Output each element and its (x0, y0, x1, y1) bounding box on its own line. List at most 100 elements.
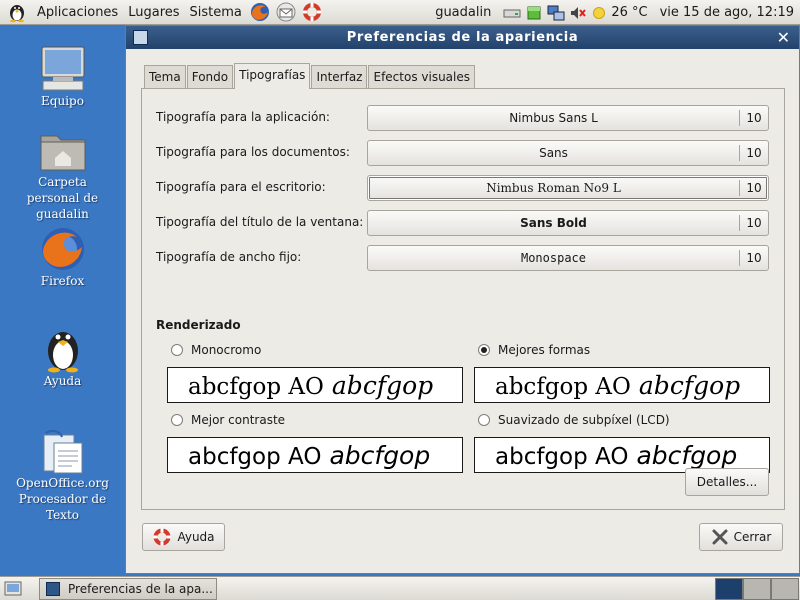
menu-lugares[interactable]: Lugares (123, 0, 184, 25)
clock[interactable]: vie 15 de ago, 12:19 (660, 5, 794, 20)
font-button-documents[interactable]: Sans 10 (367, 140, 769, 166)
desktop-icon-openoffice[interactable]: OpenOffice.org Procesador de Texto (0, 429, 125, 523)
workspace-1[interactable] (715, 578, 743, 600)
font-size: 10 (746, 216, 762, 230)
window-menu-icon[interactable] (133, 30, 148, 45)
workspace-switcher (715, 578, 799, 600)
temperature[interactable]: 26 °C (611, 5, 647, 20)
window-close-icon[interactable]: ✕ (777, 28, 790, 47)
network-icon[interactable] (547, 4, 565, 22)
desktop-label-openoffice: OpenOffice.org Procesador de Texto (16, 476, 109, 522)
help-button[interactable]: Ayuda (142, 523, 225, 551)
drive-icon[interactable] (503, 4, 521, 22)
sample-text: abcfgop AO abcfgop (188, 441, 431, 470)
font-label-application: Tipografía para la aplicación: (156, 110, 330, 124)
font-size: 10 (746, 146, 762, 160)
penguin-help-icon (47, 332, 78, 373)
desktop-icon-firefox[interactable]: Firefox (0, 225, 125, 289)
font-button-window-title[interactable]: Sans Bold 10 (367, 210, 769, 236)
radio-button[interactable] (478, 344, 490, 356)
font-name: Nimbus Roman No9 L (486, 181, 621, 195)
rendering-section-title: Renderizado (156, 318, 241, 332)
desktop-icon-home[interactable]: Carpeta personal de guadalin (0, 130, 125, 222)
font-label-documents: Tipografía para los documentos: (156, 145, 350, 159)
font-button-desktop[interactable]: Nimbus Roman No9 L 10 (367, 175, 769, 201)
user-name[interactable]: guadalin (435, 5, 491, 20)
font-label-desktop: Tipografía para el escritorio: (156, 180, 326, 194)
font-row-monospace: Tipografía de ancho fijo: Monospace 10 (156, 245, 770, 271)
desktop-icon-help[interactable]: Ayuda (0, 323, 125, 389)
taskbar-window-button[interactable]: Preferencias de la apa... (39, 578, 217, 600)
font-button-monospace[interactable]: Monospace 10 (367, 245, 769, 271)
computer-icon (41, 46, 84, 91)
firefox-icon (41, 228, 84, 270)
font-size: 10 (746, 181, 762, 195)
workspace-3[interactable] (771, 578, 799, 600)
font-label-monospace: Tipografía de ancho fijo: (156, 250, 302, 264)
close-button-label: Cerrar (733, 530, 772, 544)
fonts-tab-panel: Tipografía para la aplicación: Nimbus Sa… (141, 88, 785, 510)
radio-best-shapes[interactable]: Mejores formas (478, 341, 590, 359)
sample-best-shapes[interactable]: abcfgop AO abcfgop (474, 367, 770, 403)
bottom-panel: Preferencias de la apa... (0, 576, 800, 600)
tab-fondo[interactable]: Fondo (186, 65, 234, 88)
desktop-label-firefox: Firefox (40, 274, 85, 288)
tab-tema[interactable]: Tema (144, 65, 186, 88)
radio-best-contrast[interactable]: Mejor contraste (171, 411, 285, 429)
sample-monochrome[interactable]: abcfgop AO abcfgop (167, 367, 463, 403)
radio-monochrome[interactable]: Monocromo (171, 341, 261, 359)
desktop-icon-computer[interactable]: Equipo (0, 45, 125, 109)
radio-button[interactable] (171, 344, 183, 356)
workspace-2[interactable] (743, 578, 771, 600)
appearance-preferences-window: Preferencias de la apariencia ✕ Tema Fon… (125, 25, 800, 574)
taskbar-window-label: Preferencias de la apa... (68, 582, 213, 596)
sample-text: abcfgop AO abcfgop (495, 371, 741, 400)
font-row-application: Tipografía para la aplicación: Nimbus Sa… (156, 105, 770, 131)
radio-label: Monocromo (191, 343, 262, 357)
details-button[interactable]: Detalles... (685, 468, 769, 496)
sample-best-contrast[interactable]: abcfgop AO abcfgop (167, 437, 463, 473)
menu-aplicaciones[interactable]: Aplicaciones (32, 0, 123, 25)
tab-interfaz[interactable]: Interfaz (311, 65, 368, 88)
details-button-label: Detalles... (696, 475, 758, 489)
sample-text: abcfgop AO abcfgop (188, 371, 434, 400)
close-x-icon (712, 529, 728, 545)
battery-icon[interactable] (525, 4, 543, 22)
desktop: Equipo Carpeta personal de guadalin Fire… (0, 25, 125, 576)
radio-label: Suavizado de subpíxel (LCD) (498, 413, 670, 427)
radio-label: Mejores formas (498, 343, 591, 357)
radio-button[interactable] (478, 414, 490, 426)
radio-label: Mejor contraste (191, 413, 286, 427)
sample-text: abcfgop AO abcfgop (495, 441, 738, 470)
window-titlebar[interactable]: Preferencias de la apariencia ✕ (126, 26, 799, 49)
gnome-foot-icon[interactable] (6, 1, 28, 23)
tab-tipografias[interactable]: Tipografías (234, 63, 311, 89)
lifebuoy-icon (153, 528, 171, 546)
tab-bar: Tema Fondo Tipografías Interfaz Efectos … (144, 63, 476, 89)
close-button[interactable]: Cerrar (699, 523, 783, 551)
font-name: Monospace (520, 251, 587, 265)
font-size: 10 (746, 111, 762, 125)
font-row-documents: Tipografía para los documentos: Sans 10 (156, 140, 770, 166)
menu-sistema[interactable]: Sistema (185, 0, 247, 25)
openoffice-writer-icon (43, 429, 82, 474)
firefox-launcher-icon[interactable] (249, 1, 271, 23)
font-name: Nimbus Sans L (509, 111, 598, 125)
top-panel: Aplicaciones Lugares Sistema guadalin 26… (0, 0, 800, 25)
appearance-window-icon (46, 582, 60, 596)
desktop-label-computer: Equipo (41, 94, 84, 108)
font-button-application[interactable]: Nimbus Sans L 10 (367, 105, 769, 131)
font-name: Sans (539, 146, 568, 160)
radio-button[interactable] (171, 414, 183, 426)
weather-sun-icon[interactable] (593, 6, 606, 19)
help-launcher-icon[interactable] (301, 1, 323, 23)
font-name: Sans Bold (520, 216, 587, 230)
desktop-label-home: Carpeta personal de guadalin (26, 175, 99, 221)
mail-launcher-icon[interactable] (275, 1, 297, 23)
radio-subpixel[interactable]: Suavizado de subpíxel (LCD) (478, 411, 670, 429)
desktop-label-help: Ayuda (43, 374, 82, 388)
show-desktop-icon[interactable] (4, 580, 22, 598)
volume-muted-icon[interactable] (569, 4, 587, 22)
window-title: Preferencias de la apariencia (346, 30, 579, 45)
tab-efectos-visuales[interactable]: Efectos visuales (368, 65, 475, 88)
